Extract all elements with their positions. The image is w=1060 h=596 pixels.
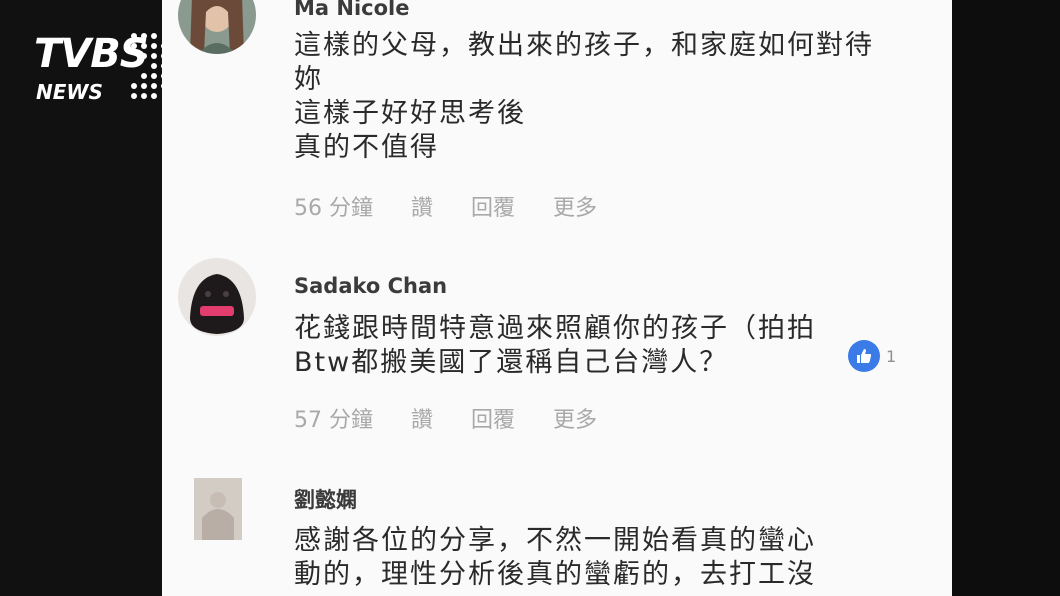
more-button[interactable]: 更多 <box>553 402 597 434</box>
comment-author[interactable]: Sadako Chan <box>294 274 447 298</box>
reply-button[interactable]: 回覆 <box>471 190 515 222</box>
comment-text: 花錢跟時間特意過來照顧你的孩子（拍拍 Btw都搬美國了還稱自己台灣人？ <box>294 313 816 378</box>
logo-sub-text: NEWS <box>36 80 103 104</box>
left-video-margin: TVBS NEWS <box>0 0 182 596</box>
avatar[interactable] <box>178 0 256 54</box>
comment-actions: 57 分鐘 讚 回覆 更多 <box>294 402 635 434</box>
avatar[interactable] <box>194 478 242 540</box>
comment-timestamp[interactable]: 56 分鐘 <box>294 190 373 222</box>
comment-author[interactable]: Ma Nicole <box>294 0 409 20</box>
reaction-badge[interactable]: 1 <box>848 340 896 372</box>
more-button[interactable]: 更多 <box>553 190 597 222</box>
like-button[interactable]: 讚 <box>411 402 433 434</box>
comment-text: 感謝各位的分享，不然一開始看真的蠻心 動的，理性分析後真的蠻虧的，去打工沒 <box>294 525 816 590</box>
avatar[interactable] <box>178 258 256 336</box>
reply-button[interactable]: 回覆 <box>471 402 515 434</box>
right-video-margin <box>952 0 1060 596</box>
avatar-image-icon <box>178 0 256 54</box>
avatar-image-icon <box>178 258 256 336</box>
comment-feed[interactable]: Ma Nicole 這樣的父母，教出來的孩子，和家庭如何對待 妳 這樣子好好思考… <box>162 0 952 596</box>
reaction-count: 1 <box>886 346 897 366</box>
thumbs-up-icon <box>848 340 880 372</box>
comment-text: 這樣的父母，教出來的孩子，和家庭如何對待 妳 這樣子好好思考後 真的不值得 <box>294 30 874 163</box>
like-button[interactable]: 讚 <box>411 190 433 222</box>
avatar-image-icon <box>194 478 242 540</box>
comment-timestamp[interactable]: 57 分鐘 <box>294 402 373 434</box>
comment-actions: 56 分鐘 讚 回覆 更多 <box>294 190 635 222</box>
comment-author[interactable]: 劉懿嫻 <box>294 484 357 514</box>
